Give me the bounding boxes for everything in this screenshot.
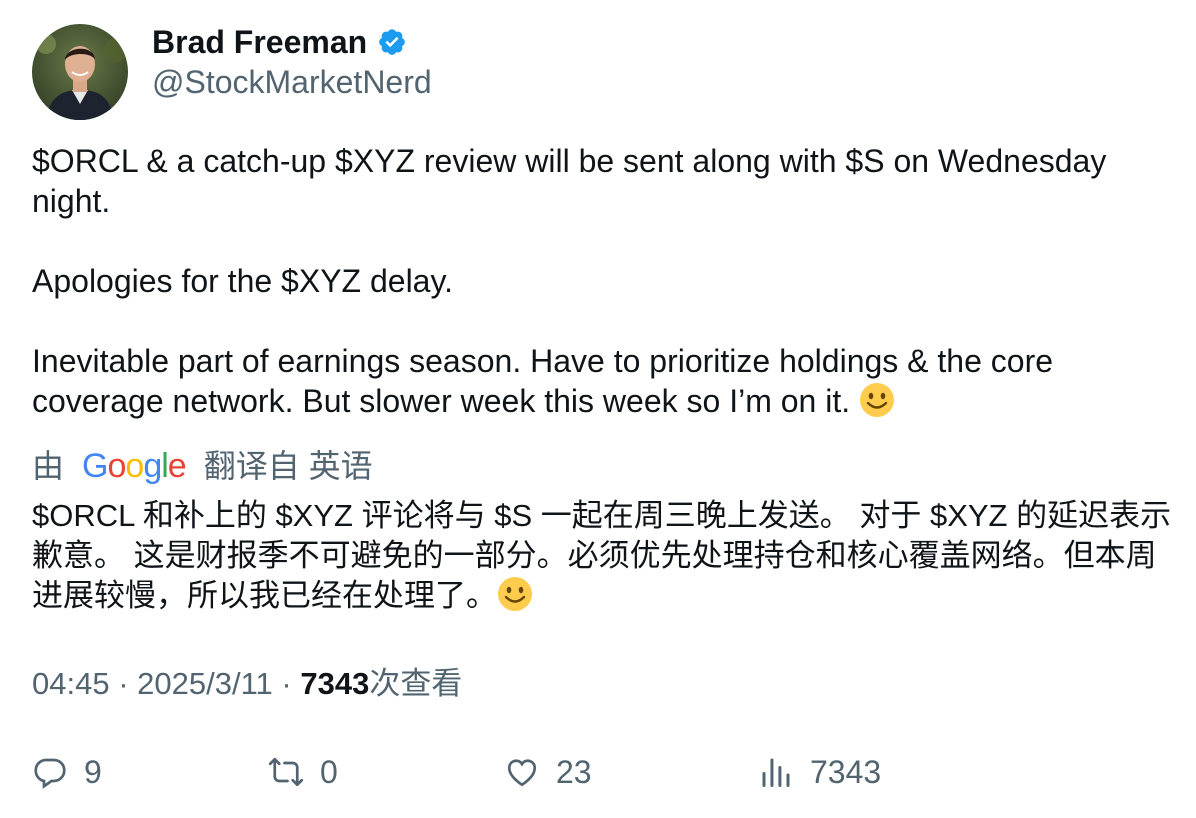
retweet-button[interactable]: 0 <box>268 748 338 796</box>
tweet-paragraph-2: Apologies for the $XYZ delay. <box>32 263 453 299</box>
analytics-bar-chart-icon <box>762 758 790 787</box>
reply-count: 9 <box>84 753 102 790</box>
author-names: Brad Freeman @StockMarketNerd <box>152 24 432 102</box>
meta-separator: · <box>281 666 292 701</box>
tweet-paragraph-3: Inevitable part of earnings season. Have… <box>32 341 1162 421</box>
tweet-header: Brad Freeman @StockMarketNerd <box>32 24 432 120</box>
tweet-meta: 04:45 · 2025/3/11 · 7343次查看 <box>32 664 462 704</box>
handle[interactable]: @StockMarketNerd <box>152 62 432 102</box>
action-bar: 9 0 23 7343 <box>32 748 1162 796</box>
like-button[interactable]: 23 <box>504 748 592 796</box>
views-button[interactable]: 7343 <box>758 748 881 796</box>
heart-icon <box>507 759 537 787</box>
verified-badge-icon[interactable] <box>377 27 407 57</box>
retweet-icon <box>268 757 304 787</box>
translated-text-body: $ORCL 和补上的 $XYZ 评论将与 $S 一起在周三晚上发送。 对于 $X… <box>32 498 1172 613</box>
smiling-face-emoji-icon <box>859 382 895 418</box>
meta-separator: · <box>118 666 129 701</box>
tweet-time[interactable]: 04:45 <box>32 666 110 701</box>
translated-text: $ORCL 和补上的 $XYZ 评论将与 $S 一起在周三晚上发送。 对于 $X… <box>32 496 1172 616</box>
tweet-paragraph-3-text: Inevitable part of earnings season. Have… <box>32 343 1062 419</box>
avatar[interactable] <box>32 24 128 120</box>
retweet-count: 0 <box>320 753 338 790</box>
translation-attribution: 由 Google 翻译自 英语 <box>32 446 373 486</box>
avatar-image <box>32 24 128 120</box>
tweet: Brad Freeman @StockMarketNerd $ORCL & a … <box>0 0 1196 818</box>
translation-suffix: 翻译自 英语 <box>203 448 373 484</box>
views-action-count: 7343 <box>810 753 882 790</box>
tweet-paragraph-1: $ORCL & a catch-up $XYZ review will be s… <box>32 143 1116 219</box>
reply-icon <box>34 758 66 789</box>
tweet-date[interactable]: 2025/3/11 <box>137 666 273 701</box>
google-logo-icon: Google <box>82 447 187 485</box>
like-count: 23 <box>556 753 592 790</box>
views-label: 次查看 <box>369 666 463 701</box>
name-row: Brad Freeman <box>152 24 432 60</box>
reply-button[interactable]: 9 <box>32 748 102 796</box>
display-name[interactable]: Brad Freeman <box>152 24 367 60</box>
smiling-face-emoji-icon <box>497 576 533 612</box>
translation-prefix: 由 <box>32 448 65 484</box>
tweet-text: $ORCL & a catch-up $XYZ review will be s… <box>32 141 1162 421</box>
views-count: 7343 <box>300 666 370 701</box>
